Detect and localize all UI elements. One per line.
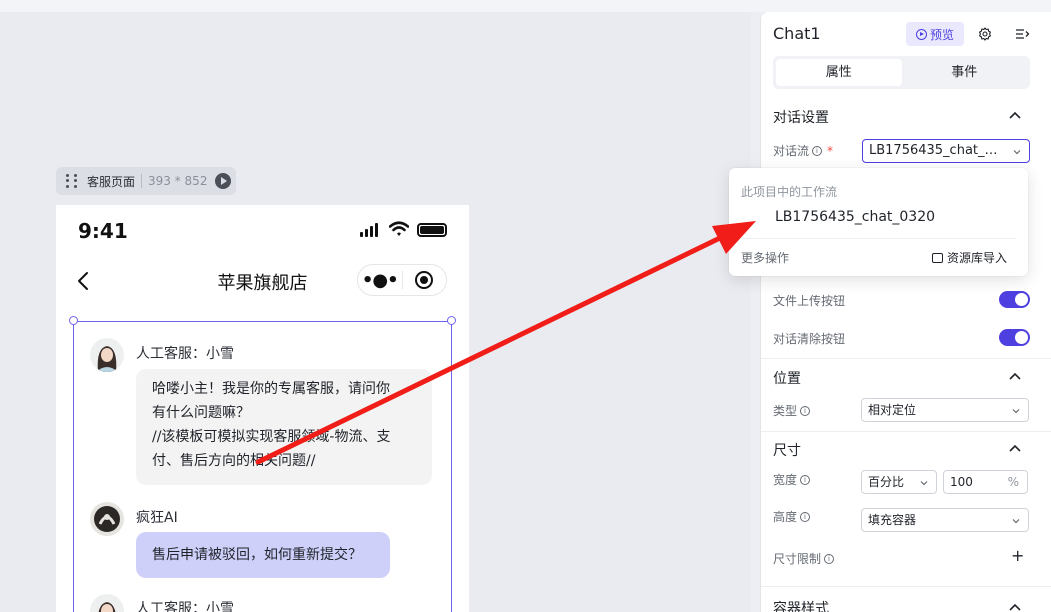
width-mode-value: 百分比 xyxy=(868,475,905,489)
section-container-style-title: 容器样式 xyxy=(773,601,829,612)
size-limit-label: 尺寸限制 i xyxy=(773,550,835,567)
chevron-up-icon[interactable] xyxy=(1008,443,1022,453)
section-size-title: 尺寸 xyxy=(773,443,801,459)
page-name: 客服页面 xyxy=(87,174,136,189)
close-target-icon[interactable] xyxy=(402,271,446,289)
flow-label-text: 对话流 xyxy=(773,144,810,158)
chevron-up-icon[interactable] xyxy=(1008,602,1022,612)
battery-icon xyxy=(417,223,447,237)
position-type-value: 相对定位 xyxy=(868,403,917,417)
more-icon[interactable]: •●• xyxy=(358,270,402,291)
tab-properties[interactable]: 属性 xyxy=(776,59,902,86)
message-line: 有什么问题嘛？ xyxy=(152,405,250,421)
message-sender: 疯狂AI xyxy=(136,510,178,526)
info-icon[interactable]: i xyxy=(824,553,835,564)
chevron-down-icon xyxy=(1012,409,1020,414)
chevron-up-icon[interactable] xyxy=(1008,371,1022,381)
width-value: 100 xyxy=(950,475,973,489)
height-select[interactable]: 填充容器 xyxy=(861,508,1029,532)
add-size-limit-button[interactable]: + xyxy=(1011,546,1024,565)
height-value: 填充容器 xyxy=(868,513,917,527)
import-label: 资源库导入 xyxy=(947,251,1008,265)
user-avatar xyxy=(90,502,124,536)
clear-button-toggle[interactable] xyxy=(999,329,1030,346)
preview-label: 预览 xyxy=(929,27,954,42)
signal-icon xyxy=(360,223,378,237)
info-icon[interactable]: i xyxy=(800,474,811,485)
message-sender: 人工客服：小雪 xyxy=(136,346,234,362)
clear-button-label: 对话清除按钮 xyxy=(773,332,846,346)
info-icon[interactable]: i xyxy=(812,145,823,156)
wifi-icon xyxy=(389,221,409,236)
agent-avatar xyxy=(90,338,124,372)
position-type-label: 类型 i xyxy=(773,402,811,419)
play-icon[interactable] xyxy=(215,173,232,189)
flow-label: 对话流 i * xyxy=(773,142,833,159)
chevron-down-icon xyxy=(920,481,928,486)
section-divider xyxy=(761,358,1051,359)
section-divider xyxy=(761,586,1051,587)
message-line: 哈喽小主！我是你的专属客服，请问你 xyxy=(152,381,390,397)
workflow-dropdown: 此项目中的工作流 LB1756435_chat_0320 更多操作 资源库导入 xyxy=(729,168,1028,276)
message-bubble: 哈喽小主！我是你的专属客服，请问你 有什么问题嘛？ //该模板可模拟实现客服领域… xyxy=(136,369,432,485)
tab-events[interactable]: 事件 xyxy=(902,59,1028,86)
nav-bar: 苹果旗舰店 •●• xyxy=(56,261,469,301)
library-icon xyxy=(932,252,943,263)
top-strip xyxy=(0,0,1051,12)
resize-handle-tl[interactable] xyxy=(69,316,78,325)
play-circle-icon xyxy=(915,28,927,40)
section-dialog-settings-title: 对话设置 xyxy=(773,110,829,126)
info-icon[interactable]: i xyxy=(800,405,811,416)
dropdown-divider xyxy=(741,238,1016,239)
workflow-group-label: 此项目中的工作流 xyxy=(741,185,838,199)
flow-select[interactable]: LB1756435_chat_… xyxy=(862,139,1030,163)
message-line: 付、售后方向的相关问题// xyxy=(152,453,316,469)
height-label-text: 高度 xyxy=(773,510,798,524)
import-from-library-button[interactable]: 资源库导入 xyxy=(932,249,1007,266)
phone-frame: 9:41 苹果旗舰店 •●• 人工客服：小雪 哈喽小主！我是你的专属客服，请问你… xyxy=(56,205,469,612)
info-icon[interactable]: i xyxy=(800,511,811,522)
more-actions-link[interactable]: 更多操作 xyxy=(741,249,789,266)
status-bar: 9:41 xyxy=(56,205,469,255)
drag-handle-icon[interactable] xyxy=(66,174,78,188)
collapse-panel-icon[interactable] xyxy=(1014,26,1030,42)
position-type-select[interactable]: 相对定位 xyxy=(861,398,1029,422)
upload-button-toggle[interactable] xyxy=(999,291,1030,308)
message-sender: 人工客服：小雪 xyxy=(136,601,234,612)
mini-program-capsule: •●• xyxy=(357,264,447,296)
message-bubble: 售后申请被驳回，如何重新提交？ xyxy=(136,532,390,578)
panel-tabs: 属性 事件 xyxy=(773,56,1030,89)
flow-select-value: LB1756435_chat_… xyxy=(869,143,998,158)
upload-button-label: 文件上传按钮 xyxy=(773,294,846,308)
width-label: 宽度 i xyxy=(773,471,811,488)
section-position-title: 位置 xyxy=(773,371,801,387)
required-marker: * xyxy=(827,143,834,158)
width-label-text: 宽度 xyxy=(773,473,798,487)
height-label: 高度 i xyxy=(773,508,811,525)
page-dimensions: 393 * 852 xyxy=(141,174,207,188)
width-value-input[interactable]: 100 % xyxy=(943,470,1028,494)
size-limit-label-text: 尺寸限制 xyxy=(773,552,822,566)
preview-button[interactable]: 预览 xyxy=(906,22,964,46)
component-title: Chat1 xyxy=(773,24,821,43)
resize-handle-tr[interactable] xyxy=(447,316,456,325)
status-time: 9:41 xyxy=(78,219,128,243)
section-divider xyxy=(761,431,1051,432)
properties-panel: Chat1 预览 属性 事件 对话设置 对话流 i * LB1756435_ch… xyxy=(760,12,1051,612)
chevron-up-icon[interactable] xyxy=(1008,110,1022,120)
chevron-down-icon xyxy=(1013,150,1021,155)
chevron-down-icon xyxy=(1012,519,1020,524)
workflow-option[interactable]: LB1756435_chat_0320 xyxy=(775,209,935,225)
message-line: //该模板可模拟实现客服领域-物流、支 xyxy=(152,429,391,445)
width-mode-select[interactable]: 百分比 xyxy=(861,470,937,494)
position-type-label-text: 类型 xyxy=(773,404,798,418)
gear-icon[interactable] xyxy=(977,26,993,42)
width-unit: % xyxy=(1007,475,1019,489)
page-tag[interactable]: 客服页面 393 * 852 xyxy=(56,167,236,195)
message-line: 售后申请被驳回，如何重新提交？ xyxy=(152,547,362,563)
